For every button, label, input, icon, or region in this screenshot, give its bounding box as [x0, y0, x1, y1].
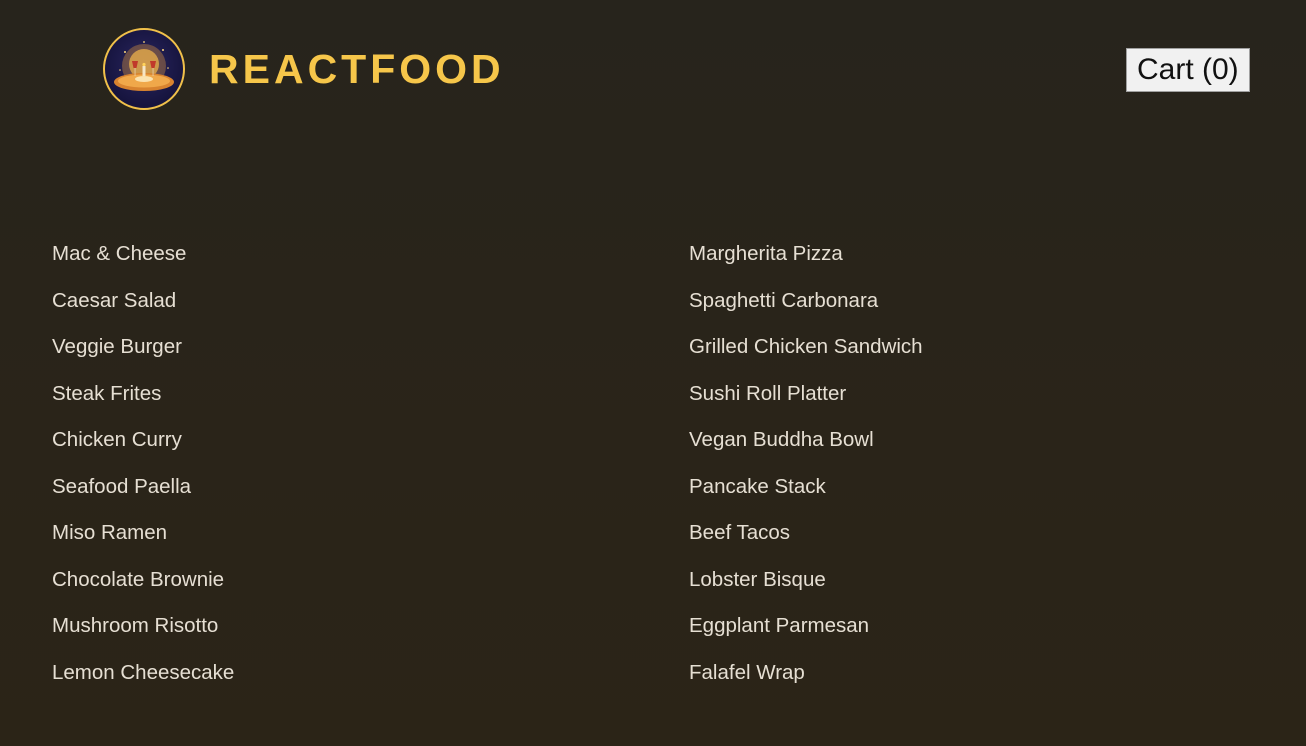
meal-item[interactable]: Margherita Pizza	[637, 232, 1274, 279]
meal-item[interactable]: Chocolate Brownie	[0, 558, 637, 605]
meal-item[interactable]: Grilled Chicken Sandwich	[637, 325, 1274, 372]
cart-button[interactable]: Cart (0)	[1126, 48, 1250, 92]
meal-item[interactable]: Veggie Burger	[0, 325, 637, 372]
meal-item[interactable]: Miso Ramen	[0, 511, 637, 558]
meals-list: Mac & Cheese Margherita Pizza Caesar Sal…	[0, 232, 1306, 697]
page-header: REACTFOOD Cart (0)	[0, 0, 1306, 140]
brand: REACTFOOD	[103, 28, 505, 110]
meal-item[interactable]: Beef Tacos	[637, 511, 1274, 558]
meal-item[interactable]: Sushi Roll Platter	[637, 372, 1274, 419]
meal-item[interactable]: Falafel Wrap	[637, 651, 1274, 698]
meal-item[interactable]: Pancake Stack	[637, 465, 1274, 512]
meal-item[interactable]: Vegan Buddha Bowl	[637, 418, 1274, 465]
meal-item[interactable]: Spaghetti Carbonara	[637, 279, 1274, 326]
meal-item[interactable]: Eggplant Parmesan	[637, 604, 1274, 651]
meal-item[interactable]: Lobster Bisque	[637, 558, 1274, 605]
meal-item[interactable]: Lemon Cheesecake	[0, 651, 637, 698]
meal-item[interactable]: Seafood Paella	[0, 465, 637, 512]
meal-item[interactable]: Chicken Curry	[0, 418, 637, 465]
meal-item[interactable]: Steak Frites	[0, 372, 637, 419]
restaurant-logo-icon	[103, 28, 185, 110]
meal-item[interactable]: Mac & Cheese	[0, 232, 637, 279]
brand-name: REACTFOOD	[209, 45, 505, 92]
meal-item[interactable]: Mushroom Risotto	[0, 604, 637, 651]
meal-item[interactable]: Caesar Salad	[0, 279, 637, 326]
